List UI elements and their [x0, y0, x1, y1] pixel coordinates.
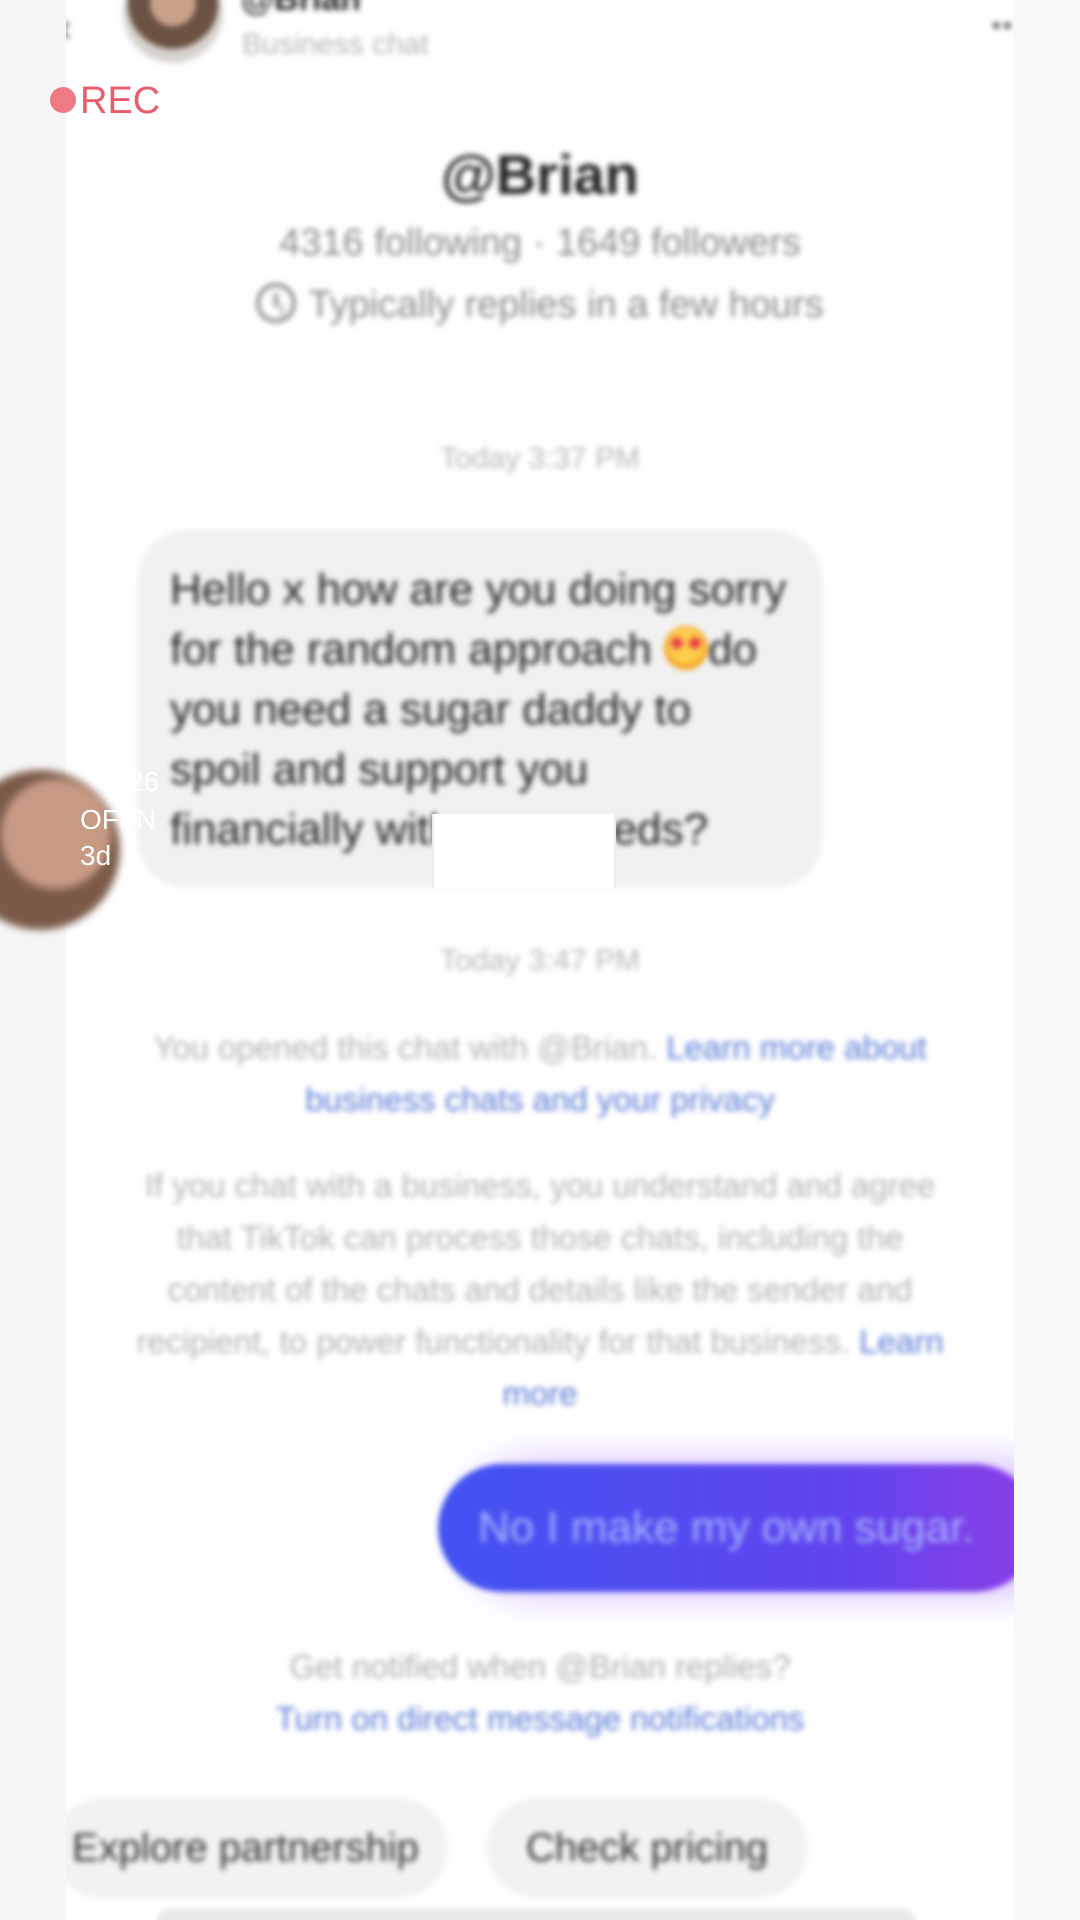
clock-icon: [256, 282, 297, 323]
heart-eyes-emoji-icon: [664, 626, 709, 671]
record-dot-icon: [50, 86, 76, 113]
recording-indicator: REC: [50, 80, 160, 123]
chat-screen: ‹ @Brian Business chat •• @Brian 4316 fo…: [66, 0, 1014, 1920]
notice-text: You opened this chat with @Brian.: [153, 1029, 658, 1066]
check-pricing-chip[interactable]: Check pricing: [486, 1798, 808, 1898]
overlay-line: OFFN: [80, 804, 157, 835]
side-overlay: L 26 OFFN 3d: [0, 728, 160, 888]
header-subtitle: Business chat: [242, 28, 429, 61]
policy-notice: If you chat with a business, you underst…: [126, 1160, 954, 1420]
chat-header: ‹ @Brian Business chat ••: [66, 0, 1014, 80]
profile-stats: 4316 following · 1649 followers: [279, 222, 801, 264]
header-handle: @Brian: [241, 0, 361, 19]
outgoing-message[interactable]: No I make my own sugar.: [438, 1464, 1014, 1592]
overlay-line: 26: [128, 766, 160, 797]
overlay-line: 3d: [80, 840, 112, 871]
avatar[interactable]: [122, 0, 224, 64]
policy-text: If you chat with a business, you underst…: [136, 1167, 936, 1360]
profile-name[interactable]: @Brian: [66, 142, 1014, 207]
reply-time: Typically replies in a few hours: [66, 282, 1014, 327]
message-input-bar[interactable]: [156, 1908, 916, 1920]
back-arrow-icon[interactable]: ‹: [66, 8, 98, 48]
turn-on-notifications-link[interactable]: Turn on direct message notifications: [66, 1700, 1014, 1738]
overlay-line: L: [118, 730, 134, 761]
reply-time-text: Typically replies in a few hours: [308, 284, 824, 326]
timestamp: Today 3:37 PM: [439, 442, 641, 475]
explore-partnership-chip[interactable]: Explore partnership: [66, 1798, 448, 1898]
timestamp: Today 3:47 PM: [439, 944, 641, 977]
redaction-box: [432, 814, 616, 888]
more-options-icon[interactable]: ••: [992, 10, 1014, 41]
left-margin: [0, 0, 66, 1920]
right-margin: [1014, 0, 1080, 1920]
business-chat-notice: You opened this chat with @Brian. Learn …: [126, 1022, 954, 1126]
rec-label: REC: [80, 80, 161, 122]
notify-question: Get notified when @Brian replies?: [289, 1648, 791, 1685]
